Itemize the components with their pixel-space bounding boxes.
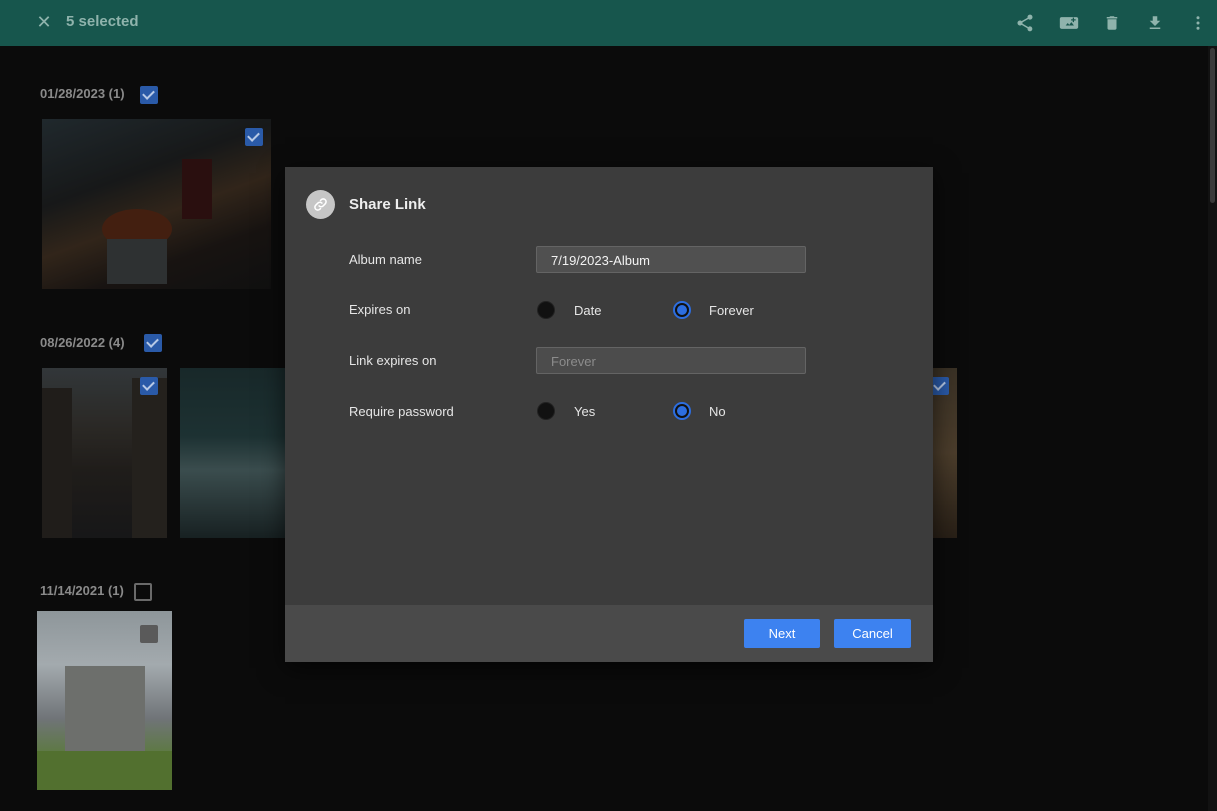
link-expires-input[interactable]: Forever (536, 347, 806, 374)
expires-on-label: Expires on (349, 302, 411, 317)
photo-select-checkbox[interactable] (140, 625, 158, 643)
expires-date-radio[interactable] (537, 301, 555, 319)
cancel-button[interactable]: Cancel (834, 619, 911, 648)
trash-icon[interactable] (1100, 11, 1124, 35)
scrollbar-thumb[interactable] (1210, 48, 1215, 203)
share-link-dialog: Share Link Album name 7/19/2023-Album Ex… (285, 167, 933, 662)
grass-shape (37, 751, 172, 790)
selection-toolbar: ✕ 5 selected (0, 0, 1217, 46)
add-to-album-icon[interactable] (1057, 11, 1081, 35)
group-date-heading: 11/14/2021 (1) (40, 583, 124, 598)
photo-select-checkbox[interactable] (140, 377, 158, 395)
link-expires-on-label: Link expires on (349, 353, 437, 368)
dialog-title: Share Link (349, 196, 426, 213)
expires-forever-label: Forever (709, 303, 754, 318)
next-button[interactable]: Next (744, 619, 820, 648)
password-yes-label: Yes (574, 404, 596, 419)
expires-date-label: Date (574, 303, 602, 318)
dialog-footer: Next Cancel (285, 605, 933, 662)
download-icon[interactable] (1143, 11, 1167, 35)
link-icon (306, 190, 335, 219)
expires-forever-radio[interactable] (673, 301, 691, 319)
group-date-heading: 08/26/2022 (4) (40, 335, 125, 350)
photo-select-checkbox[interactable] (931, 377, 949, 395)
photo-thumbnail[interactable] (42, 368, 167, 538)
selected-count: 5 selected (66, 13, 139, 30)
photo-thumbnail[interactable] (42, 119, 271, 289)
building-shape (65, 666, 145, 761)
photo-select-checkbox[interactable] (245, 128, 263, 146)
group-date-heading: 01/28/2023 (1) (40, 86, 125, 101)
album-name-input[interactable]: 7/19/2023-Album (536, 246, 806, 273)
group-select-checkbox[interactable] (140, 86, 158, 104)
more-vertical-icon[interactable] (1186, 11, 1210, 35)
scrollbar[interactable] (1208, 46, 1217, 811)
close-icon[interactable]: ✕ (34, 12, 54, 32)
password-no-radio[interactable] (673, 402, 691, 420)
password-yes-radio[interactable] (537, 402, 555, 420)
group-select-checkbox[interactable] (144, 334, 162, 352)
photo-thumbnail[interactable] (37, 611, 172, 790)
password-no-label: No (709, 404, 726, 419)
photo-thumbnail[interactable] (180, 368, 290, 538)
album-name-label: Album name (349, 252, 422, 267)
group-select-checkbox[interactable] (134, 583, 152, 601)
require-password-label: Require password (349, 404, 454, 419)
share-icon[interactable] (1013, 11, 1037, 35)
